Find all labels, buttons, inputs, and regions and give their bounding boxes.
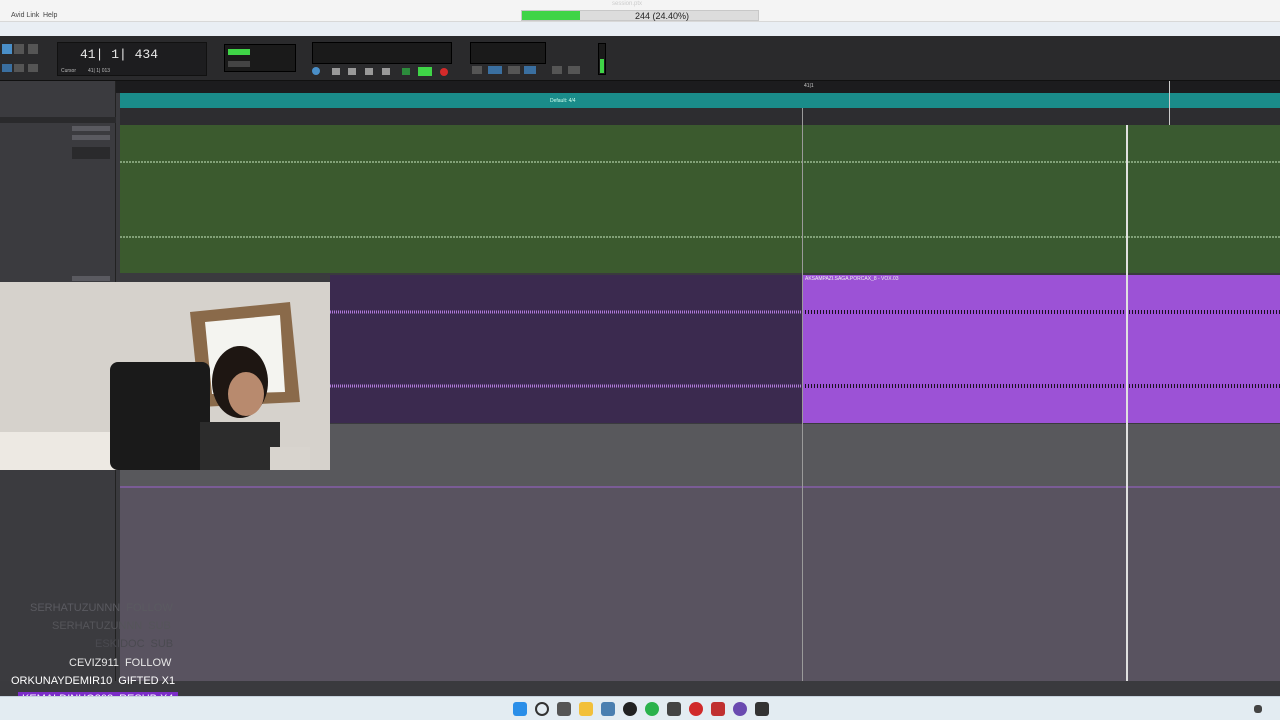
online-button[interactable]	[312, 67, 320, 75]
track1-output-selector[interactable]	[72, 135, 110, 140]
meter-level	[600, 59, 604, 73]
main-counter-value: 41| 1| 434	[80, 47, 159, 62]
netflix-icon[interactable]	[711, 702, 725, 716]
end-marker-line	[1169, 81, 1170, 125]
progress-text: 244 (24.40%)	[634, 11, 690, 21]
webcam-overlay	[0, 282, 330, 470]
column-headers	[0, 117, 116, 123]
meter-ruler[interactable]: Default: 4/4	[120, 93, 1280, 108]
menu-avid-link[interactable]: Avid Link	[11, 12, 39, 19]
playhead-marker-label: 41|1	[804, 83, 814, 89]
chrome-icon[interactable]	[689, 702, 703, 716]
snipping-tool-icon[interactable]	[601, 702, 615, 716]
ua-connect-icon[interactable]	[755, 702, 769, 716]
session-title: session.ptx	[612, 1, 643, 7]
go-to-end-button[interactable]	[382, 68, 390, 75]
record-button[interactable]	[440, 68, 448, 76]
count-off-display[interactable]	[470, 42, 546, 64]
timeline-ruler[interactable]: 41|1	[116, 81, 1280, 93]
webcam-image	[0, 282, 330, 470]
mode-button[interactable]	[2, 44, 12, 54]
session-strip	[0, 22, 1280, 36]
link-icon[interactable]	[552, 66, 562, 74]
chat-line-4: CEVIZ911 FOLLOW	[69, 657, 172, 669]
audio-track-1[interactable]	[120, 125, 1280, 273]
midi-merge-icon[interactable]	[508, 66, 520, 74]
cursor-value: 41| 1| 013	[88, 68, 111, 74]
capture-icon[interactable]	[667, 702, 681, 716]
grid-button[interactable]	[228, 49, 250, 55]
chat-line-5: ORKUNAYDEMIR10 GIFTED X1	[11, 675, 176, 687]
track2-waveform	[330, 310, 1280, 388]
stream-chat-overlay: SERHATUZUNNN FOLLOW SERHATUZUNNN SUB ESKID…	[0, 598, 178, 708]
chat-line-2: SERHATUZUNNN SUB	[52, 620, 171, 632]
progress-fill	[522, 11, 580, 20]
progress-bar: 244 (24.40%)	[521, 10, 759, 21]
file-explorer-icon[interactable]	[579, 702, 593, 716]
cursor-label: Cursor	[61, 68, 77, 74]
play-button[interactable]	[418, 67, 432, 76]
wait-for-note-icon[interactable]	[472, 66, 482, 74]
audio-track-2[interactable]: AKSAMPAZI.SAGA.PORCAX_8 - VOX.03	[330, 275, 1280, 423]
fast-forward-button[interactable]	[365, 68, 373, 75]
midi-controls	[472, 66, 582, 76]
master-meter	[598, 43, 606, 75]
nudge-button[interactable]	[228, 61, 250, 67]
track-header-gap	[120, 108, 1280, 125]
track2-input-selector[interactable]	[72, 276, 110, 281]
menu-help[interactable]: Help	[43, 12, 57, 19]
transport-controls	[310, 42, 456, 78]
tray-chevron-icon[interactable]	[1254, 705, 1262, 713]
rewind-button[interactable]	[348, 68, 356, 75]
track-divider	[120, 486, 1280, 488]
conductor-icon[interactable]	[524, 66, 536, 74]
selector-tool-icon[interactable]	[28, 64, 38, 72]
whatsapp-icon[interactable]	[645, 702, 659, 716]
pro-tools-icon[interactable]	[733, 702, 747, 716]
chat-line-1: SERHATUZUNNN FOLLOW	[30, 602, 173, 614]
return-to-zero-button[interactable]	[332, 68, 340, 75]
empty-edit-area[interactable]	[120, 486, 1280, 681]
windows-start-icon[interactable]	[513, 702, 527, 716]
pencil-tool-icon[interactable]	[28, 44, 38, 54]
stop-button[interactable]	[402, 68, 410, 75]
track1-waveform	[120, 161, 1280, 238]
windows-taskbar	[0, 696, 1280, 720]
edit-cursor-line	[802, 108, 803, 681]
grid-mode-button[interactable]	[2, 64, 12, 72]
grid-nudge-display[interactable]	[224, 44, 296, 72]
itunes-icon[interactable]	[623, 702, 637, 716]
track1-input-selector[interactable]	[72, 126, 110, 131]
chat-line-3: ESKIDOC SUB	[95, 638, 174, 650]
main-counter[interactable]: 41| 1| 434 Cursor 41| 1| 013	[57, 42, 207, 76]
track1-volume-readout[interactable]	[72, 147, 110, 159]
trim-tool-icon[interactable]	[14, 44, 24, 54]
midi-icon[interactable]	[568, 66, 580, 74]
playhead-line[interactable]	[1126, 125, 1128, 681]
search-icon[interactable]	[535, 702, 549, 716]
meter-label: Default: 4/4	[550, 98, 576, 104]
task-view-icon[interactable]	[557, 702, 571, 716]
metronome-icon[interactable]	[488, 66, 502, 74]
zoom-tool-icon[interactable]	[14, 64, 24, 72]
